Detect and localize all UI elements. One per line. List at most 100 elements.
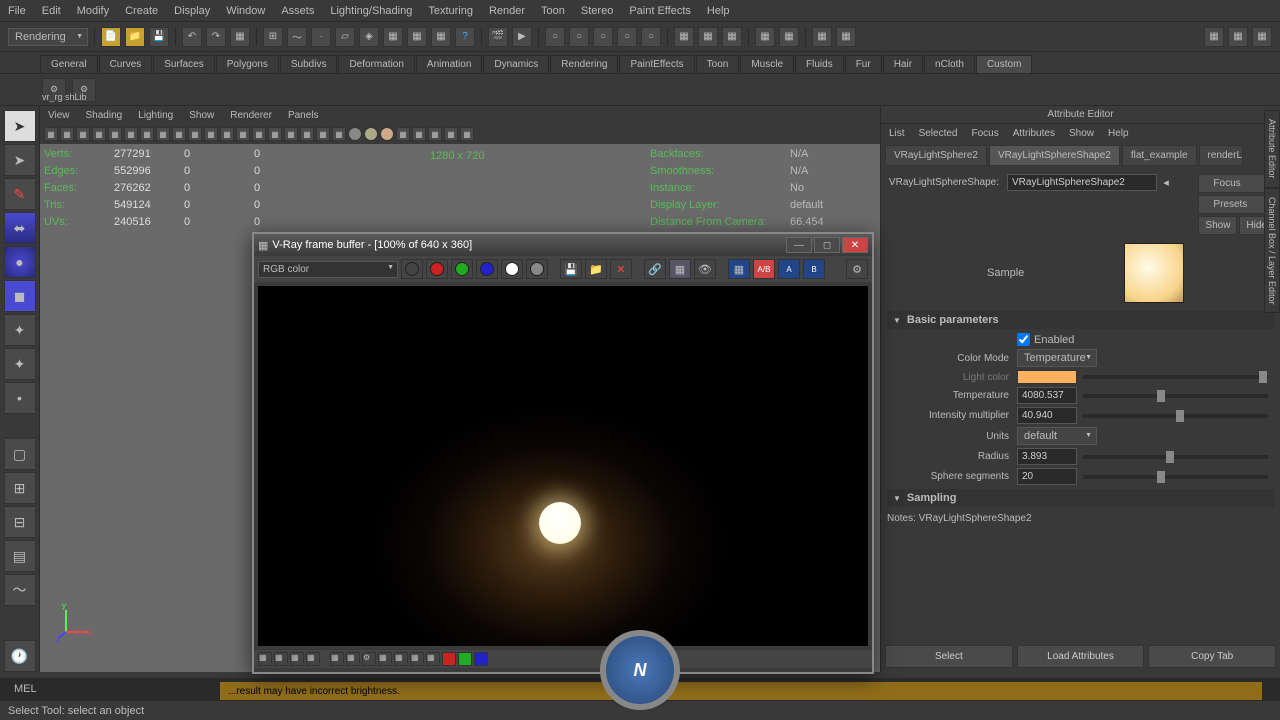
ae-tab-2[interactable]: flat_example	[1122, 145, 1197, 166]
vf-icon[interactable]: ▦	[330, 652, 344, 666]
vray-track-icon[interactable]: 👁	[694, 259, 716, 279]
sampling-section[interactable]: Sampling	[887, 489, 1274, 507]
vp-icon[interactable]: ▦	[156, 127, 170, 141]
shelf-tab-general[interactable]: General	[40, 55, 98, 73]
menu-assets[interactable]: Assets	[281, 5, 314, 17]
shelf-tab-surfaces[interactable]: Surfaces	[153, 55, 214, 73]
vray-mono-icon[interactable]	[526, 259, 548, 279]
vf-icon[interactable]: ▦	[426, 652, 440, 666]
vp-icon[interactable]: ▦	[332, 127, 346, 141]
vp-icon[interactable]: ▦	[60, 127, 74, 141]
vray-titlebar[interactable]: ▦ V-Ray frame buffer - [100% of 640 x 36…	[254, 234, 872, 256]
vray-region-icon[interactable]: ▦	[669, 259, 691, 279]
render-icon[interactable]: 🎬	[488, 27, 508, 47]
presets-button[interactable]: Presets	[1198, 195, 1274, 214]
menu-texturing[interactable]: Texturing	[428, 5, 473, 17]
vp-light-icon[interactable]	[348, 127, 362, 141]
last-tool[interactable]: •	[4, 382, 36, 414]
intensity-slider[interactable]	[1083, 414, 1268, 418]
rotate-tool[interactable]: ●	[4, 246, 36, 278]
shelf-tab-curves[interactable]: Curves	[99, 55, 153, 73]
tb-icon[interactable]: ▦	[383, 27, 403, 47]
redo-icon[interactable]: ↷	[206, 27, 226, 47]
tb-icon[interactable]: ▦	[431, 27, 451, 47]
vp-icon[interactable]: ▦	[76, 127, 90, 141]
ae-menu-attributes[interactable]: Attributes	[1013, 128, 1055, 139]
ae-menu-help[interactable]: Help	[1108, 128, 1129, 139]
tb-icon[interactable]: ▦	[230, 27, 250, 47]
radius-input[interactable]	[1017, 448, 1077, 465]
tb-icon[interactable]: ▦	[812, 27, 832, 47]
vp-icon[interactable]: ▦	[444, 127, 458, 141]
snap-curve-icon[interactable]: 〜	[287, 27, 307, 47]
ae-menu-list[interactable]: List	[889, 128, 905, 139]
open-scene-icon[interactable]: 📁	[125, 27, 145, 47]
layout-icon[interactable]: ▦	[1228, 27, 1248, 47]
shelf-tab-deformation[interactable]: Deformation	[338, 55, 414, 73]
mel-label[interactable]: MEL	[8, 681, 43, 697]
tb-icon[interactable]: ○	[641, 27, 661, 47]
units-dropdown[interactable]: default	[1017, 427, 1097, 445]
manip-tool[interactable]: ✦	[4, 314, 36, 346]
vray-blue-icon[interactable]	[476, 259, 498, 279]
paint-tool[interactable]: ✎	[4, 178, 36, 210]
close-button[interactable]: ✕	[842, 237, 868, 253]
vray-red-icon[interactable]	[426, 259, 448, 279]
colormode-dropdown[interactable]: Temperature	[1017, 349, 1097, 367]
shelf-tab-animation[interactable]: Animation	[416, 55, 482, 73]
segments-slider[interactable]	[1083, 475, 1268, 479]
vf-b-icon[interactable]	[474, 652, 488, 666]
soft-tool[interactable]: ✦	[4, 348, 36, 380]
layout-icon[interactable]: ▦	[1204, 27, 1224, 47]
undo-icon[interactable]: ↶	[182, 27, 202, 47]
vp-icon[interactable]: ▦	[108, 127, 122, 141]
menu-render[interactable]: Render	[489, 5, 525, 17]
scale-tool[interactable]: ◼	[4, 280, 36, 312]
vp-icon[interactable]: ▦	[124, 127, 138, 141]
select-button[interactable]: Select	[885, 645, 1013, 668]
vp-icon[interactable]: ▦	[396, 127, 410, 141]
tb-icon[interactable]: ▦	[779, 27, 799, 47]
ipr-icon[interactable]: ▶	[512, 27, 532, 47]
vray-settings-icon[interactable]: ⚙	[846, 259, 868, 279]
vray-compare-c-icon[interactable]: B	[803, 259, 825, 279]
ae-name-input[interactable]	[1007, 174, 1157, 191]
menu-edit[interactable]: Edit	[42, 5, 61, 17]
vp-menu-shading[interactable]: Shading	[86, 110, 123, 121]
vp-icon[interactable]: ▦	[284, 127, 298, 141]
vray-rgb-icon[interactable]	[401, 259, 423, 279]
temperature-input[interactable]	[1017, 387, 1077, 404]
shelf-tab-toon[interactable]: Toon	[696, 55, 740, 73]
vp-menu-lighting[interactable]: Lighting	[138, 110, 173, 121]
workspace-dropdown[interactable]: Rendering	[8, 28, 88, 46]
snap-live-icon[interactable]: ◈	[359, 27, 379, 47]
vray-compare-a-icon[interactable]: A/B	[753, 259, 775, 279]
vray-compare-b-icon[interactable]: A	[778, 259, 800, 279]
vp-icon[interactable]: ▦	[140, 127, 154, 141]
shelf-tab-fur[interactable]: Fur	[845, 55, 882, 73]
ae-menu-selected[interactable]: Selected	[919, 128, 958, 139]
menu-window[interactable]: Window	[226, 5, 265, 17]
layout-outliner[interactable]: ▤	[4, 540, 36, 572]
menu-help[interactable]: Help	[707, 5, 730, 17]
select-tool[interactable]: ➤	[4, 110, 36, 142]
shelf-tab-muscle[interactable]: Muscle	[740, 55, 794, 73]
menu-lighting[interactable]: Lighting/Shading	[330, 5, 412, 17]
ae-tab-1[interactable]: VRayLightSphereShape2	[989, 145, 1120, 166]
vray-green-icon[interactable]	[451, 259, 473, 279]
load-attrs-button[interactable]: Load Attributes	[1017, 645, 1145, 668]
vp-icon[interactable]: ▦	[188, 127, 202, 141]
vray-open-icon[interactable]: 📁	[585, 259, 607, 279]
snap-plane-icon[interactable]: ▱	[335, 27, 355, 47]
vp-icon[interactable]: ▦	[204, 127, 218, 141]
focus-button[interactable]: Focus	[1198, 174, 1274, 193]
segments-input[interactable]	[1017, 468, 1077, 485]
vf-icon[interactable]: ▦	[410, 652, 424, 666]
vp-icon[interactable]: ▦	[316, 127, 330, 141]
layout-four[interactable]: ⊞	[4, 472, 36, 504]
vray-canvas[interactable]	[258, 286, 868, 646]
vp-menu-renderer[interactable]: Renderer	[230, 110, 272, 121]
menu-toon[interactable]: Toon	[541, 5, 565, 17]
radius-slider[interactable]	[1083, 455, 1268, 459]
tb-icon[interactable]: ▦	[755, 27, 775, 47]
